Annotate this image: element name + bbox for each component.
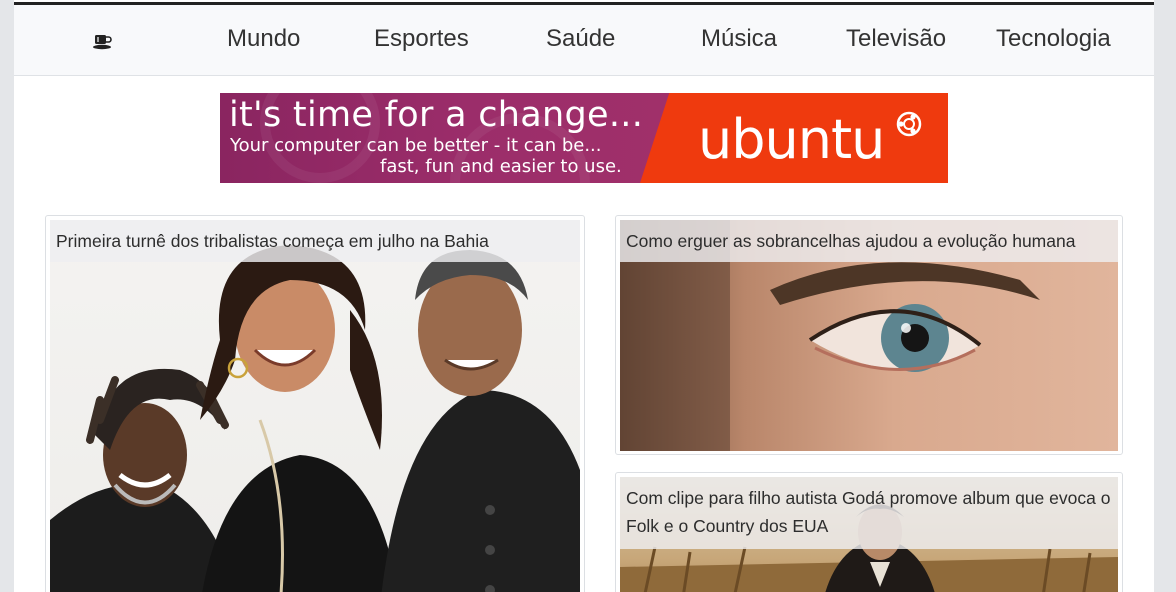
article-title[interactable]: Como erguer as sobrancelhas ajudou a evo… (620, 220, 1118, 262)
nav-item-musica[interactable]: Música (701, 25, 777, 53)
nav-item-esportes[interactable]: Esportes (374, 25, 469, 53)
article-image (50, 220, 580, 592)
nav-item-mundo[interactable]: Mundo (227, 25, 300, 53)
coffee-cup-icon[interactable] (91, 30, 113, 50)
nav-item-televisao[interactable]: Televisão (846, 25, 946, 53)
page: Mundo Esportes Saúde Música Televisão Te… (14, 0, 1154, 592)
article-title[interactable]: Primeira turnê dos tribalistas começa em… (50, 220, 580, 262)
article-card[interactable]: Com clipe para filho autista Godá promov… (615, 472, 1123, 592)
banner-subline-2: fast, fun and easier to use. (380, 156, 622, 177)
navbar: Mundo Esportes Saúde Música Televisão Te… (14, 5, 1154, 76)
ubuntu-wordmark: ubuntu (698, 108, 885, 171)
article-card[interactable]: Primeira turnê dos tribalistas começa em… (45, 215, 585, 592)
nav-item-saude[interactable]: Saúde (546, 25, 615, 53)
banner-headline: it's time for a change... (229, 95, 644, 135)
nav-item-tecnologia[interactable]: Tecnologia (996, 25, 1111, 53)
ad-banner[interactable]: it's time for a change... Your computer … (220, 93, 948, 183)
ubuntu-logo-icon (896, 111, 922, 137)
article-title[interactable]: Com clipe para filho autista Godá promov… (620, 477, 1118, 549)
banner-subline: Your computer can be better - it can be.… (230, 135, 602, 156)
article-card[interactable]: Como erguer as sobrancelhas ajudou a evo… (615, 215, 1123, 455)
